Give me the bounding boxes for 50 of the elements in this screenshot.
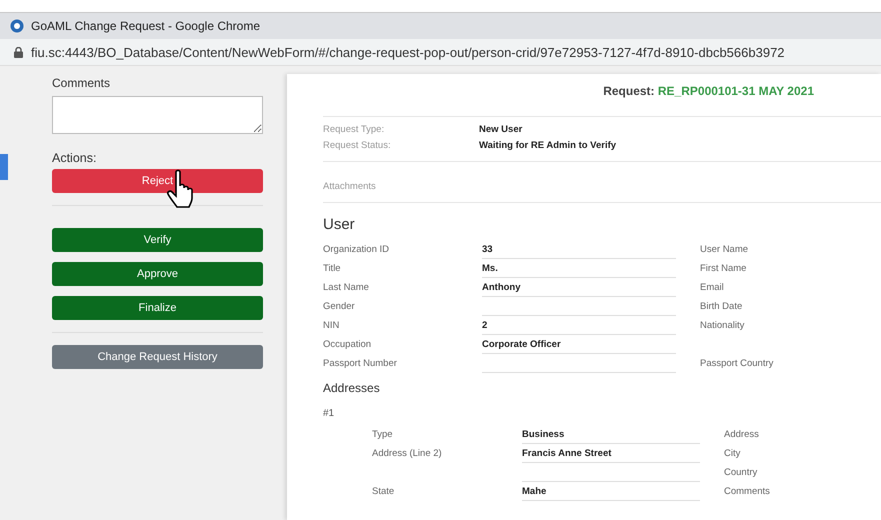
field-value: 2 xyxy=(482,316,676,335)
field-label: Country xyxy=(724,466,758,480)
action-button[interactable]: Change Request History xyxy=(52,345,263,369)
url-text[interactable]: fiu.sc:4443/BO_Database/Content/NewWebForm/#/change-request-pop-out/person-crid/97e72953-7127-4f7d-8910-dbcb566b3972 xyxy=(31,44,785,60)
window-title: GoAML Change Request - Google Chrome xyxy=(31,19,260,33)
request-id: Request: RE_RP000101-31 MAY 2021 xyxy=(603,84,814,100)
attachments-label: Attachments xyxy=(323,181,376,192)
comments-label: Comments xyxy=(52,76,112,90)
field-label: Gender xyxy=(323,300,356,314)
comments-field[interactable] xyxy=(52,96,263,134)
field-label: State xyxy=(372,485,396,499)
background-window-edge xyxy=(0,154,8,180)
field-value: Corporate Officer xyxy=(482,335,676,354)
field-label: Occupation xyxy=(323,338,372,352)
field-label: Organization ID xyxy=(323,243,390,257)
field-value: Ms. xyxy=(482,259,676,278)
field-label: NIN xyxy=(323,319,340,333)
field-label: First Name xyxy=(700,262,748,276)
address-number: #1 xyxy=(323,408,336,419)
section-heading: Addresses xyxy=(323,381,381,395)
field-label: Passport Country xyxy=(700,357,774,371)
field-label: City xyxy=(724,447,742,461)
action-button[interactable]: Finalize xyxy=(52,296,263,320)
field-label: Birth Date xyxy=(700,300,744,314)
field-value: Waiting for RE Admin to Verify xyxy=(479,140,616,151)
actions-label: Actions: xyxy=(52,151,98,165)
action-button[interactable]: Verify xyxy=(52,228,263,252)
field-label: Passport Number xyxy=(323,357,398,371)
field-value: 33 xyxy=(482,240,676,259)
field-value: Francis Anne Street xyxy=(522,444,700,463)
field-value: Business xyxy=(522,425,700,444)
section-heading: User xyxy=(323,216,356,233)
action-button[interactable]: Approve xyxy=(52,262,263,286)
field-label: User Name xyxy=(700,243,750,257)
field-label: Email xyxy=(700,281,725,295)
field-value: Mahe xyxy=(522,482,700,501)
field-label: Address xyxy=(724,428,760,442)
field-label: Comments xyxy=(724,485,771,499)
lock-icon xyxy=(14,46,23,58)
field-label: Type xyxy=(372,428,394,442)
field-label: Nationality xyxy=(700,319,746,333)
field-label: Title xyxy=(323,262,342,276)
field-label: Request Status: xyxy=(323,140,392,151)
action-button[interactable]: Reject xyxy=(52,169,263,193)
browser-icon xyxy=(10,19,24,33)
field-value: New User xyxy=(479,124,522,135)
field-label: Address (Line 2) xyxy=(372,447,443,461)
field-label: Request Type: xyxy=(323,124,386,135)
field-value: Anthony xyxy=(482,278,676,297)
field-label: Last Name xyxy=(323,281,370,295)
